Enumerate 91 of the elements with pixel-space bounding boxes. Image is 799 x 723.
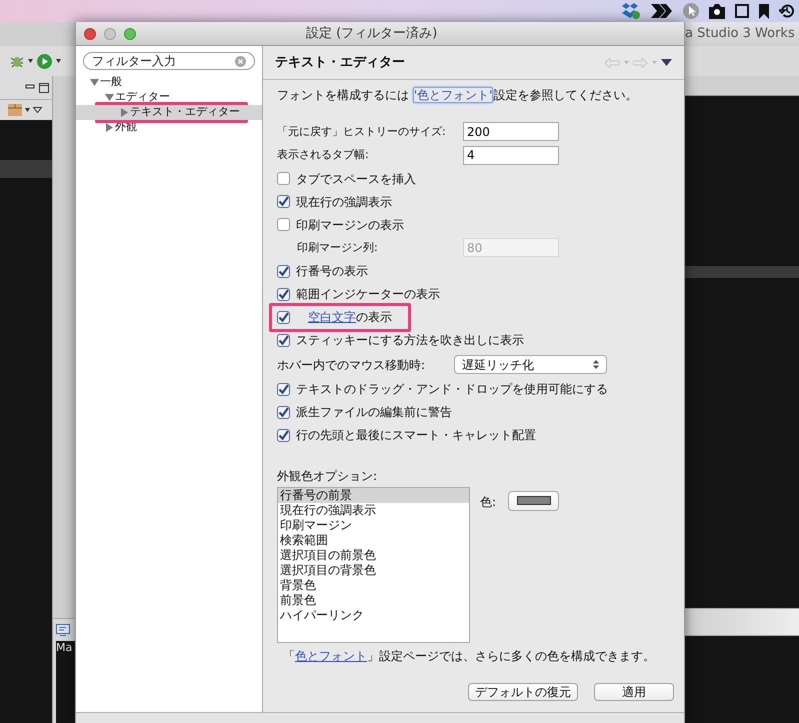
minimize-icon[interactable] [25,84,35,92]
checkbox-label: テキストのドラッグ・アンド・ドロップを使用可能にする [296,381,608,398]
caret-icon[interactable] [25,108,30,112]
checkbox[interactable] [277,406,290,418]
maximize-icon[interactable] [39,82,49,92]
apply-button[interactable]: 適用 [594,683,674,701]
list-item[interactable]: 前景色 [278,592,469,608]
checkbox-label: 現在行の強調表示 [296,194,392,210]
checkbox-label: 派生ファイルの編集前に警告 [296,404,452,421]
colors-fonts-link[interactable]: '色とフォント' [412,87,494,103]
caret-icon[interactable] [28,59,33,63]
checkbox-label: 行の先頭と最後にスマート・キャレット配置 [296,427,536,444]
stepper-icon [593,360,599,369]
checkbox[interactable] [277,264,290,278]
tree-item[interactable]: テキスト・エディター [76,105,262,120]
checkmark-icon [278,430,289,440]
text-field[interactable]: 200 [463,122,559,142]
whitespace-link[interactable]: 空白文字 [308,310,356,324]
checkmark-icon [278,384,289,394]
list-item[interactable]: 現在行の強調表示 [278,502,469,518]
expanded-caret-icon[interactable] [90,78,99,87]
camera-icon[interactable] [709,4,725,18]
section-label: 外観色オプション: [277,468,378,482]
checkbox-label: スティッキーにする方法を吹き出しに表示 [296,332,524,349]
field-label: 「元に戻す」ヒストリーのサイズ: [277,124,447,140]
list-item[interactable]: 印刷マージン [278,518,469,532]
checkmark-icon [278,406,289,418]
checkbox-label: 印刷マージンの表示 [296,216,404,234]
bookmark-icon[interactable] [759,4,769,18]
filter-input[interactable]: フィルター入力 [92,52,231,70]
checkmark-icon [278,266,289,276]
run-icon[interactable] [37,54,52,68]
checkbox[interactable] [277,382,290,396]
tree-item[interactable]: 一般 [76,75,262,90]
checkbox[interactable] [277,172,290,185]
checkmark-icon [278,312,289,322]
intro-text: フォントを構成するには '色とフォント'設定を参照してください。 [277,86,638,104]
field-label: 印刷マージン列: [296,240,379,256]
color-button[interactable] [508,490,560,510]
checkmark-icon [278,196,289,207]
filter-field[interactable]: フィルター入力 [83,52,255,70]
checkmark-icon [278,334,289,346]
checkbox[interactable] [277,334,290,346]
zoom-button[interactable] [124,28,136,40]
page-title: テキスト・エディター [275,54,405,72]
tree-item-label: エディター [115,89,170,106]
expanded-caret-icon[interactable] [105,93,114,102]
view-menu-icon[interactable] [33,107,42,113]
dropdown[interactable]: 遅延リッチ化 [454,355,607,374]
checkbox[interactable] [277,428,290,442]
cursor-icon[interactable] [683,3,699,19]
tree-item[interactable]: エディター [76,90,262,105]
list-item[interactable]: ハイパーリンク [278,608,469,622]
menu-triangle-icon[interactable] [661,59,672,66]
monitor-icon[interactable] [56,624,70,636]
tree-item-label: テキスト・エディター [130,104,240,120]
color-swatch [516,496,551,505]
checkbox[interactable] [277,195,290,208]
list-item[interactable]: 検索範囲 [278,532,469,548]
checkbox-label: 空白文字の表示 [307,309,392,326]
colors-fonts-link[interactable]: 色とフォント [295,648,367,662]
box-sync-icon[interactable] [621,2,641,20]
checkmark-icon [278,288,289,300]
double-chevron-icon[interactable] [651,4,673,18]
checkbox[interactable] [277,288,290,300]
list-item[interactable]: 選択項目の背景色 [278,562,469,578]
text-field[interactable]: 4 [463,146,559,165]
restore-defaults-button[interactable]: デフォルトの復元 [468,683,578,701]
window-title: 設定 (フィルター済み) [306,24,438,43]
checkbox-label: 行番号の表示 [296,263,368,280]
footer-text: 「色とフォント」設定ページでは、さらに多くの色を構成できます。 [282,648,656,664]
collapsed-caret-icon[interactable] [105,123,114,132]
caret-icon[interactable] [56,59,61,63]
console-text: Ma [56,641,72,654]
checkbox-label: タブでスペースを挿入 [296,170,416,188]
list-item[interactable]: 選択項目の前景色 [278,548,469,562]
list-item[interactable]: 背景色 [278,578,469,592]
ide-window-title: a Studio 3 Works [685,25,795,44]
color-label: 色: [480,494,496,510]
history-clock-icon[interactable] [779,3,795,19]
field-label: 表示されるタブ幅: [277,147,370,163]
collapsed-caret-icon[interactable] [120,108,129,117]
close-button[interactable] [84,28,96,40]
select-label: ホバー内でのマウス移動時: [277,356,426,374]
bug-icon[interactable] [10,54,24,68]
square-icon[interactable] [735,4,749,18]
list-item[interactable]: 行番号の前景 [278,488,469,502]
checkbox[interactable] [277,310,290,324]
checkbox-label: 範囲インジケーターの表示 [296,286,440,303]
tree-item-label: 一般 [100,74,122,90]
checkbox[interactable] [277,218,290,231]
